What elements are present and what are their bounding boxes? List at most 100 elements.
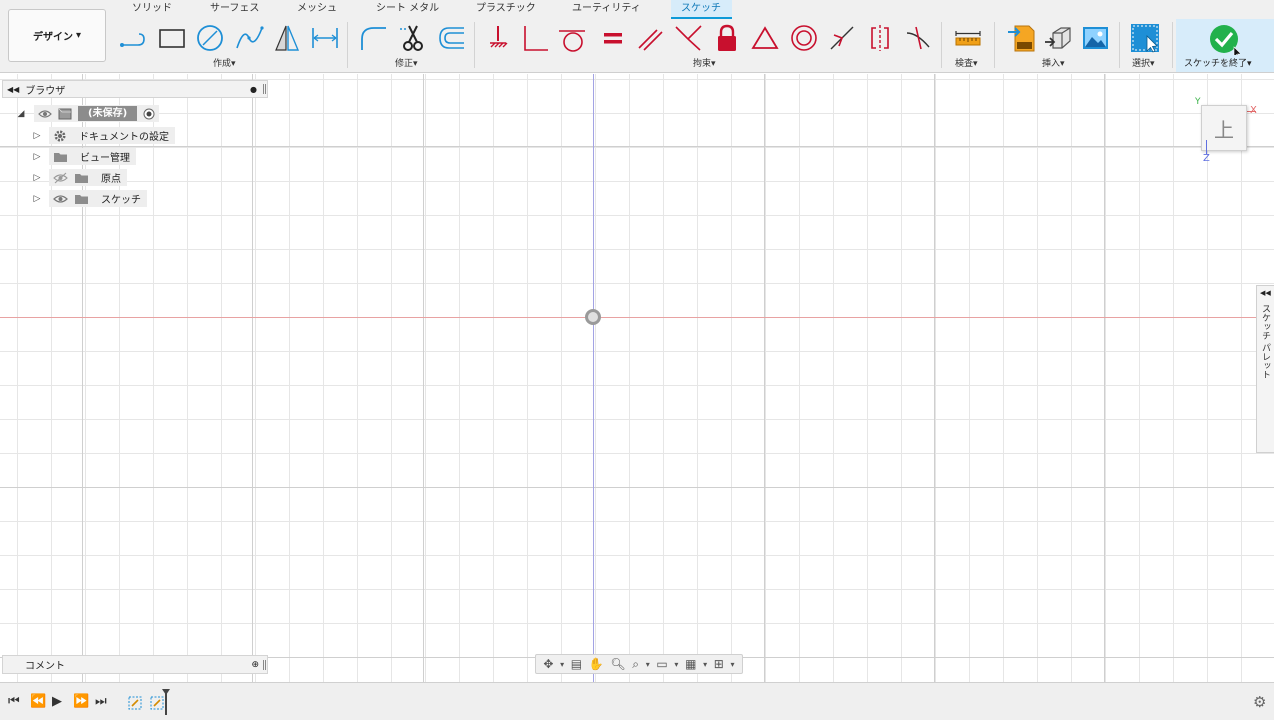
tab-mesh[interactable]: メッシュ xyxy=(287,0,347,19)
inspect-group-label[interactable]: 検査▾ xyxy=(955,56,978,69)
activate-radio-icon[interactable] xyxy=(143,108,155,120)
pan-hand-icon[interactable]: ✋ xyxy=(589,657,604,671)
tab-utility[interactable]: ユーティリティ xyxy=(562,0,651,19)
tab-sheet-metal[interactable]: シート メタル xyxy=(366,0,449,19)
fillet-tool-button[interactable] xyxy=(356,22,390,54)
curvature-constraint-button[interactable] xyxy=(901,22,935,54)
expand-triangle-icon[interactable]: ▷ xyxy=(30,152,44,162)
scissors-icon xyxy=(400,25,423,51)
chevron-down-icon[interactable]: ▾ xyxy=(674,660,678,669)
line-tool-button[interactable] xyxy=(116,22,150,54)
eye-hidden-icon[interactable] xyxy=(53,172,68,184)
expand-triangle-icon[interactable]: ◢ xyxy=(14,109,28,119)
modify-group-label[interactable]: 修正▾ xyxy=(395,56,418,69)
pin-icon[interactable]: ● xyxy=(250,85,257,94)
go-to-end-icon[interactable]: ⏭ xyxy=(95,694,107,709)
grid-snap-icon[interactable]: ▦ xyxy=(685,657,696,671)
go-to-start-icon[interactable]: ⏮ xyxy=(8,694,20,709)
chevron-down-icon[interactable]: ▾ xyxy=(560,660,564,669)
group-divider xyxy=(1172,22,1173,68)
select-group-label[interactable]: 選択▾ xyxy=(1132,56,1155,69)
tab-sketch[interactable]: スケッチ xyxy=(671,0,732,19)
expand-triangle-icon[interactable]: ▷ xyxy=(30,173,44,183)
step-back-icon[interactable]: ⏪ xyxy=(30,694,46,709)
collapse-panel-icon[interactable]: ◀◀ xyxy=(7,85,19,94)
display-settings-icon[interactable]: ▭ xyxy=(656,657,667,671)
offset-tool-button[interactable] xyxy=(434,22,468,54)
chevron-down-icon[interactable]: ▾ xyxy=(703,660,707,669)
sketch-feature-icon[interactable] xyxy=(128,696,142,710)
browser-root-node[interactable]: ◢ (未保存) xyxy=(14,105,160,122)
origin-point[interactable] xyxy=(585,309,601,325)
folder-icon xyxy=(75,194,88,204)
fix-unfix-constraint-button[interactable] xyxy=(710,22,744,54)
midpoint-constraint-button[interactable] xyxy=(825,22,859,54)
circle-tool-button[interactable] xyxy=(193,22,227,54)
spline-tool-button[interactable] xyxy=(232,22,266,54)
symmetry-constraint-button[interactable] xyxy=(748,22,782,54)
eye-icon[interactable] xyxy=(53,193,68,205)
tab-surface[interactable]: サーフェス xyxy=(200,0,269,19)
measure-tool-button[interactable] xyxy=(951,22,985,54)
zoom-icon[interactable]: 🔍︎ xyxy=(610,657,625,671)
fix-constraint-button[interactable] xyxy=(481,22,515,54)
insert-group-label[interactable]: 挿入▾ xyxy=(1042,56,1065,69)
select-icon xyxy=(1131,24,1159,53)
fit-zoom-icon[interactable]: ⌕ xyxy=(632,657,639,672)
concentric-constraint-button[interactable] xyxy=(787,22,821,54)
resize-handle-icon[interactable] xyxy=(263,84,266,94)
step-forward-icon[interactable]: ⏩ xyxy=(73,694,89,709)
view-cube[interactable]: 上 xyxy=(1201,105,1247,151)
equal-constraint-button[interactable] xyxy=(596,22,630,54)
browser-item-sketches[interactable]: ▷ スケッチ xyxy=(30,190,147,207)
insert-svg-button[interactable] xyxy=(1004,22,1038,54)
sketch-palette-label: スケッチ パレット xyxy=(1260,304,1270,379)
sketch-canvas[interactable] xyxy=(0,74,1274,682)
play-icon[interactable]: ▶ xyxy=(52,694,62,709)
mirror-tool-button[interactable] xyxy=(270,22,304,54)
chevron-down-icon[interactable]: ▾ xyxy=(731,660,735,669)
insert-canvas-button[interactable] xyxy=(1078,22,1112,54)
workspace-switcher-button[interactable]: デザイン ▾ xyxy=(8,9,106,62)
browser-header: ◀◀ ブラウザ ● xyxy=(2,80,268,98)
add-comment-icon[interactable]: ⊕ xyxy=(251,660,259,670)
look-at-icon[interactable]: ▤ xyxy=(571,657,582,671)
select-tool-button[interactable] xyxy=(1128,22,1162,54)
constraints-group-label[interactable]: 拘束▾ xyxy=(693,56,716,69)
browser-item-document-settings[interactable]: ▷ ドキュメントの設定 xyxy=(30,127,175,144)
sketch-feature-icon[interactable] xyxy=(150,696,164,710)
expand-triangle-icon[interactable]: ▷ xyxy=(30,194,44,204)
resize-handle-icon[interactable] xyxy=(263,659,266,670)
eye-icon[interactable] xyxy=(38,109,52,119)
group-divider xyxy=(994,22,995,68)
view-cube-face-top[interactable]: 上 xyxy=(1214,114,1234,143)
expand-triangle-icon[interactable]: ▷ xyxy=(30,131,44,141)
browser-item-origin[interactable]: ▷ 原点 xyxy=(30,169,127,186)
tangent-constraint-button[interactable] xyxy=(555,22,589,54)
rectangle-tool-button[interactable] xyxy=(155,22,189,54)
browser-item-label: ドキュメントの設定 xyxy=(79,132,169,143)
orbit-icon[interactable]: ✥ xyxy=(543,657,553,671)
y-axis-line xyxy=(593,74,594,682)
sketch-palette-tab[interactable]: ◀◀ スケッチ パレット xyxy=(1256,285,1274,453)
trim-tool-button[interactable] xyxy=(396,22,430,54)
gear-icon[interactable]: ⚙ xyxy=(1253,693,1266,711)
finish-sketch-button[interactable]: スケッチを終了▾ xyxy=(1176,19,1274,72)
browser-item-named-views[interactable]: ▷ ビュー管理 xyxy=(30,148,136,165)
timeline-marker-handle-icon[interactable] xyxy=(162,689,170,695)
expand-panel-icon[interactable]: ◀◀ xyxy=(1260,289,1271,297)
chevron-down-icon[interactable]: ▾ xyxy=(646,660,650,669)
insert-mesh-button[interactable] xyxy=(1041,22,1075,54)
parallel-constraint-button[interactable] xyxy=(633,22,667,54)
dimension-tool-button[interactable] xyxy=(308,22,342,54)
tab-solid[interactable]: ソリッド xyxy=(122,0,182,19)
viewports-icon[interactable]: ⊞ xyxy=(714,657,724,671)
coincident-constraint-button[interactable] xyxy=(671,22,705,54)
tab-plastic[interactable]: プラスチック xyxy=(466,0,546,19)
create-group-label[interactable]: 作成▾ xyxy=(213,56,236,69)
comments-panel-header[interactable]: コメント ⊕ xyxy=(2,655,268,674)
horizontal-vertical-constraint-button[interactable] xyxy=(863,22,897,54)
group-divider xyxy=(941,22,942,68)
grid-major-line xyxy=(0,146,1274,147)
perpendicular-constraint-button[interactable] xyxy=(518,22,552,54)
